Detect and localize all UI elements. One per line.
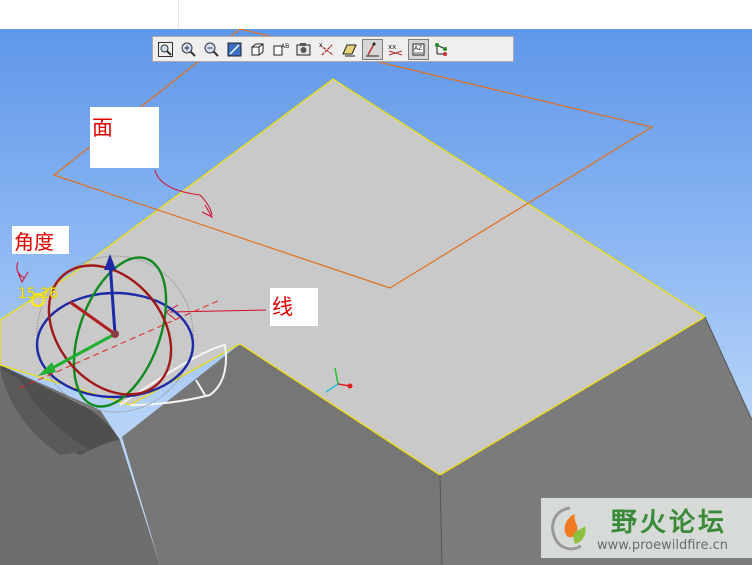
datum-axes-icon: X <box>319 43 334 56</box>
model-tree-icon <box>435 42 447 56</box>
model-tree-button[interactable] <box>431 39 452 60</box>
flame-logo-icon <box>551 506 586 551</box>
saved-views-icon <box>251 43 264 55</box>
face-label: 面 <box>92 116 113 140</box>
refit-icon <box>158 41 173 57</box>
annotation-display-icon: xx <box>388 43 403 55</box>
datum-axes-button[interactable]: X <box>316 39 337 60</box>
view-toolbar: AB X xx AZ <box>152 36 514 62</box>
datum-planes-button[interactable] <box>293 39 314 60</box>
refit-button[interactable] <box>155 39 176 60</box>
svg-text:AZ: AZ <box>414 45 422 52</box>
dragger-center[interactable] <box>111 330 119 338</box>
zoom-out-icon <box>204 42 219 57</box>
top-menu-bar <box>0 0 752 30</box>
forum-url: www.proewildfire.cn <box>597 538 728 553</box>
point-display-icon <box>342 44 357 56</box>
angle-label: 角度 <box>14 230 54 254</box>
saved-views-button[interactable] <box>247 39 268 60</box>
forum-watermark: 野火论坛 www.proewildfire.cn <box>541 498 752 558</box>
display-style-button[interactable]: AB <box>270 39 291 60</box>
forum-title: 野火论坛 <box>611 508 728 538</box>
repaint-button[interactable] <box>224 39 245 60</box>
angle-annotation: 角度 <box>12 226 69 254</box>
csys-origin <box>347 383 353 389</box>
graphics-viewport[interactable]: 15.26 面 角度 线 野火论坛 www.proewildfire.cn <box>0 29 752 565</box>
spin-center-button[interactable]: AZ <box>408 38 429 60</box>
display-style-icon: AB <box>273 43 289 55</box>
zoom-in-button[interactable] <box>178 39 199 60</box>
point-display-button[interactable] <box>339 39 360 60</box>
menu-separator <box>178 0 179 29</box>
angle-value-readout: 15.26 <box>18 286 59 302</box>
line-annotation: 线 <box>270 288 318 326</box>
csys-display-icon <box>366 42 379 56</box>
svg-text:xx: xx <box>388 43 396 51</box>
repaint-icon <box>227 42 242 56</box>
svg-text:X: X <box>319 43 323 49</box>
zoom-in-icon <box>181 42 196 57</box>
line-label: 线 <box>272 295 293 319</box>
svg-text:AB: AB <box>281 43 289 50</box>
zoom-out-button[interactable] <box>201 39 222 60</box>
arrow-to-angle <box>16 261 29 284</box>
datum-planes-icon <box>296 42 311 55</box>
annotation-display-button[interactable]: xx <box>385 39 406 60</box>
csys-display-button[interactable] <box>362 38 383 60</box>
face-annotation: 面 <box>90 107 159 168</box>
spin-center-icon: AZ <box>412 43 425 55</box>
